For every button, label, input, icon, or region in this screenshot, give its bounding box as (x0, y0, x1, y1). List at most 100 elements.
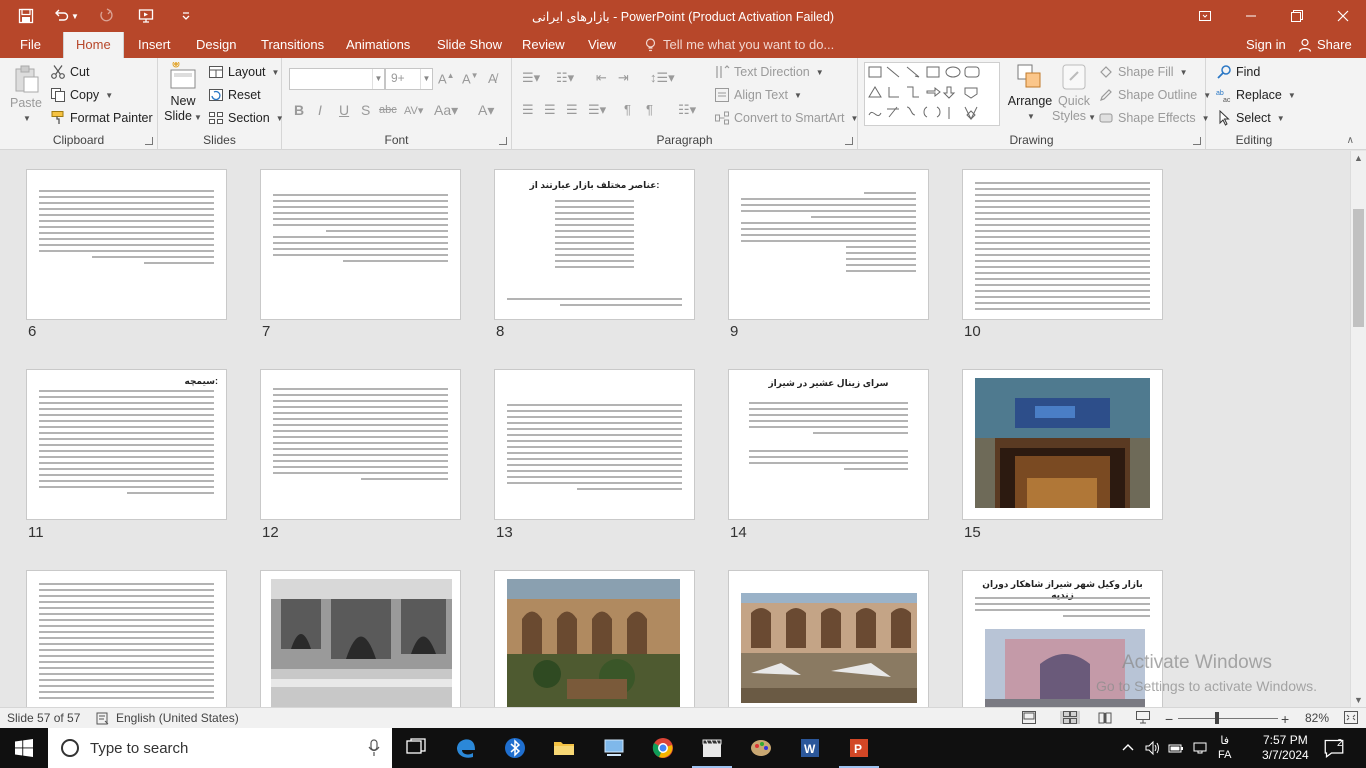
share-button[interactable]: Share (1298, 32, 1352, 58)
replace-button[interactable]: ab ac Replace ▼ (1216, 87, 1296, 103)
slide-thumbnail[interactable] (728, 570, 929, 707)
restore-button[interactable] (1274, 0, 1320, 32)
columns-button[interactable]: ☷▾ (678, 102, 696, 118)
bold-button[interactable]: B (294, 102, 304, 118)
start-from-beginning-button[interactable] (128, 4, 164, 28)
slide-thumbnail[interactable] (962, 369, 1163, 520)
tab-view[interactable]: View (588, 32, 616, 58)
slide-thumbnail[interactable] (26, 570, 227, 707)
shrink-font-button[interactable]: A▼ (462, 71, 479, 86)
zoom-level[interactable]: 82% (1305, 711, 1329, 725)
word-taskbar-button[interactable]: W (786, 728, 834, 768)
computer-taskbar-button[interactable] (590, 728, 638, 768)
file-explorer-taskbar-button[interactable] (540, 728, 588, 768)
line-spacing-button[interactable]: ↕☰▾ (650, 70, 675, 86)
reading-view-button[interactable] (1098, 711, 1112, 724)
slide-thumbnail[interactable] (26, 169, 227, 320)
font-size-input[interactable]: 9+ ▼ (385, 68, 433, 90)
shapes-gallery[interactable] (864, 62, 1000, 126)
collapse-ribbon-button[interactable]: ∧ (1347, 135, 1354, 146)
slide-thumbnail[interactable] (494, 570, 695, 707)
cut-button[interactable]: Cut (50, 64, 89, 80)
shape-fill-button[interactable]: Shape Fill ▼ (1098, 64, 1188, 80)
tab-animations[interactable]: Animations (346, 32, 410, 58)
customize-qat-button[interactable] (168, 4, 204, 28)
slide-thumbnail[interactable] (260, 169, 461, 320)
convert-smartart-button[interactable]: Convert to SmartArt ▼ (714, 110, 858, 126)
powerpoint-taskbar-button[interactable]: P (835, 728, 883, 768)
shape-outline-button[interactable]: Shape Outline ▼ (1098, 87, 1211, 103)
task-view-button[interactable] (392, 728, 440, 768)
align-right-button[interactable]: ☰ (566, 102, 578, 118)
slide-thumbnail[interactable]: عناصر مختلف بازار عبارتند از: (494, 169, 695, 320)
tab-review[interactable]: Review (522, 32, 565, 58)
ltr-button[interactable]: ¶ (646, 102, 653, 117)
chrome-taskbar-button[interactable] (639, 728, 687, 768)
character-spacing-button[interactable]: AV▾ (404, 104, 423, 117)
rtl-button[interactable]: ¶ (624, 102, 631, 117)
reset-button[interactable]: Reset (208, 87, 261, 103)
media-taskbar-button[interactable] (688, 728, 736, 768)
network-button[interactable] (1192, 728, 1208, 768)
clipboard-launcher[interactable] (145, 137, 153, 145)
undo-button[interactable]: ▼ (48, 4, 84, 28)
select-button[interactable]: Select ▼ (1216, 110, 1285, 126)
tell-me-box[interactable]: Tell me what you want to do... (644, 32, 834, 58)
format-painter-button[interactable]: Format Painter (50, 110, 153, 126)
zoom-out-button[interactable]: − (1165, 711, 1173, 727)
arrange-button[interactable]: Arrange ▼ (1006, 62, 1054, 124)
grow-font-button[interactable]: A▲ (438, 71, 455, 86)
tab-design[interactable]: Design (196, 32, 236, 58)
tab-file[interactable]: File (20, 32, 41, 58)
scrollbar-thumb[interactable] (1353, 209, 1364, 327)
numbering-button[interactable]: ☷▾ (556, 70, 574, 86)
decrease-indent-button[interactable]: ⇤ (596, 70, 607, 86)
drawing-launcher[interactable] (1193, 137, 1201, 145)
ribbon-display-options-button[interactable] (1182, 0, 1228, 32)
minimize-button[interactable] (1228, 0, 1274, 32)
underline-button[interactable]: U (339, 102, 349, 118)
scroll-down-arrow[interactable]: ▼ (1354, 695, 1363, 705)
bluetooth-taskbar-button[interactable] (491, 728, 539, 768)
paste-button[interactable]: Paste ▼ (6, 64, 46, 126)
slide-show-button[interactable] (1136, 711, 1150, 724)
fit-slide-button[interactable] (1344, 711, 1358, 724)
redo-button[interactable] (88, 4, 124, 28)
input-language-button[interactable]: فا FA (1218, 728, 1231, 768)
font-color-button[interactable]: A▾ (478, 102, 494, 119)
save-button[interactable] (8, 4, 44, 28)
copy-button[interactable]: Copy ▼ (50, 87, 113, 103)
tab-insert[interactable]: Insert (138, 32, 171, 58)
zoom-slider[interactable] (1178, 718, 1278, 719)
slide-thumbnail[interactable] (728, 169, 929, 320)
align-text-button[interactable]: Align Text ▼ (714, 87, 802, 103)
quick-styles-button[interactable]: Quick Styles ▼ (1052, 62, 1096, 125)
taskbar-search-box[interactable]: Type to search (48, 728, 392, 768)
section-button[interactable]: Section ▼ (208, 110, 284, 126)
tab-slide-show[interactable]: Slide Show (437, 32, 502, 58)
zoom-in-button[interactable]: + (1281, 711, 1289, 727)
slide-thumbnail[interactable] (962, 169, 1163, 320)
change-case-button[interactable]: Aa▾ (434, 102, 458, 119)
taskbar-clock[interactable]: 7:57 PM 3/7/2024 (1262, 733, 1309, 763)
notes-button[interactable] (1022, 711, 1036, 724)
clear-formatting-button[interactable]: A̸ (488, 71, 497, 86)
slide-sorter-button[interactable] (1060, 711, 1080, 724)
slide-thumbnail[interactable] (494, 369, 695, 520)
slide-thumbnail[interactable]: سیمچه: (26, 369, 227, 520)
layout-button[interactable]: Layout ▼ (208, 64, 279, 80)
strikethrough-button[interactable]: abc (379, 104, 397, 116)
show-hidden-icons-button[interactable] (1120, 728, 1136, 768)
tab-home[interactable]: Home (63, 32, 124, 58)
paragraph-launcher[interactable] (845, 137, 853, 145)
spelling-status[interactable]: English (United States) (96, 711, 239, 725)
power-button[interactable] (1168, 728, 1184, 768)
close-button[interactable] (1320, 0, 1366, 32)
slide-thumbnail[interactable] (260, 369, 461, 520)
volume-button[interactable] (1144, 728, 1160, 768)
text-direction-button[interactable]: Text Direction ▼ (714, 64, 824, 80)
italic-button[interactable]: I (318, 102, 322, 118)
action-center-button[interactable]: 2 (1324, 728, 1344, 768)
paint-taskbar-button[interactable] (737, 728, 785, 768)
start-button[interactable] (0, 728, 48, 768)
